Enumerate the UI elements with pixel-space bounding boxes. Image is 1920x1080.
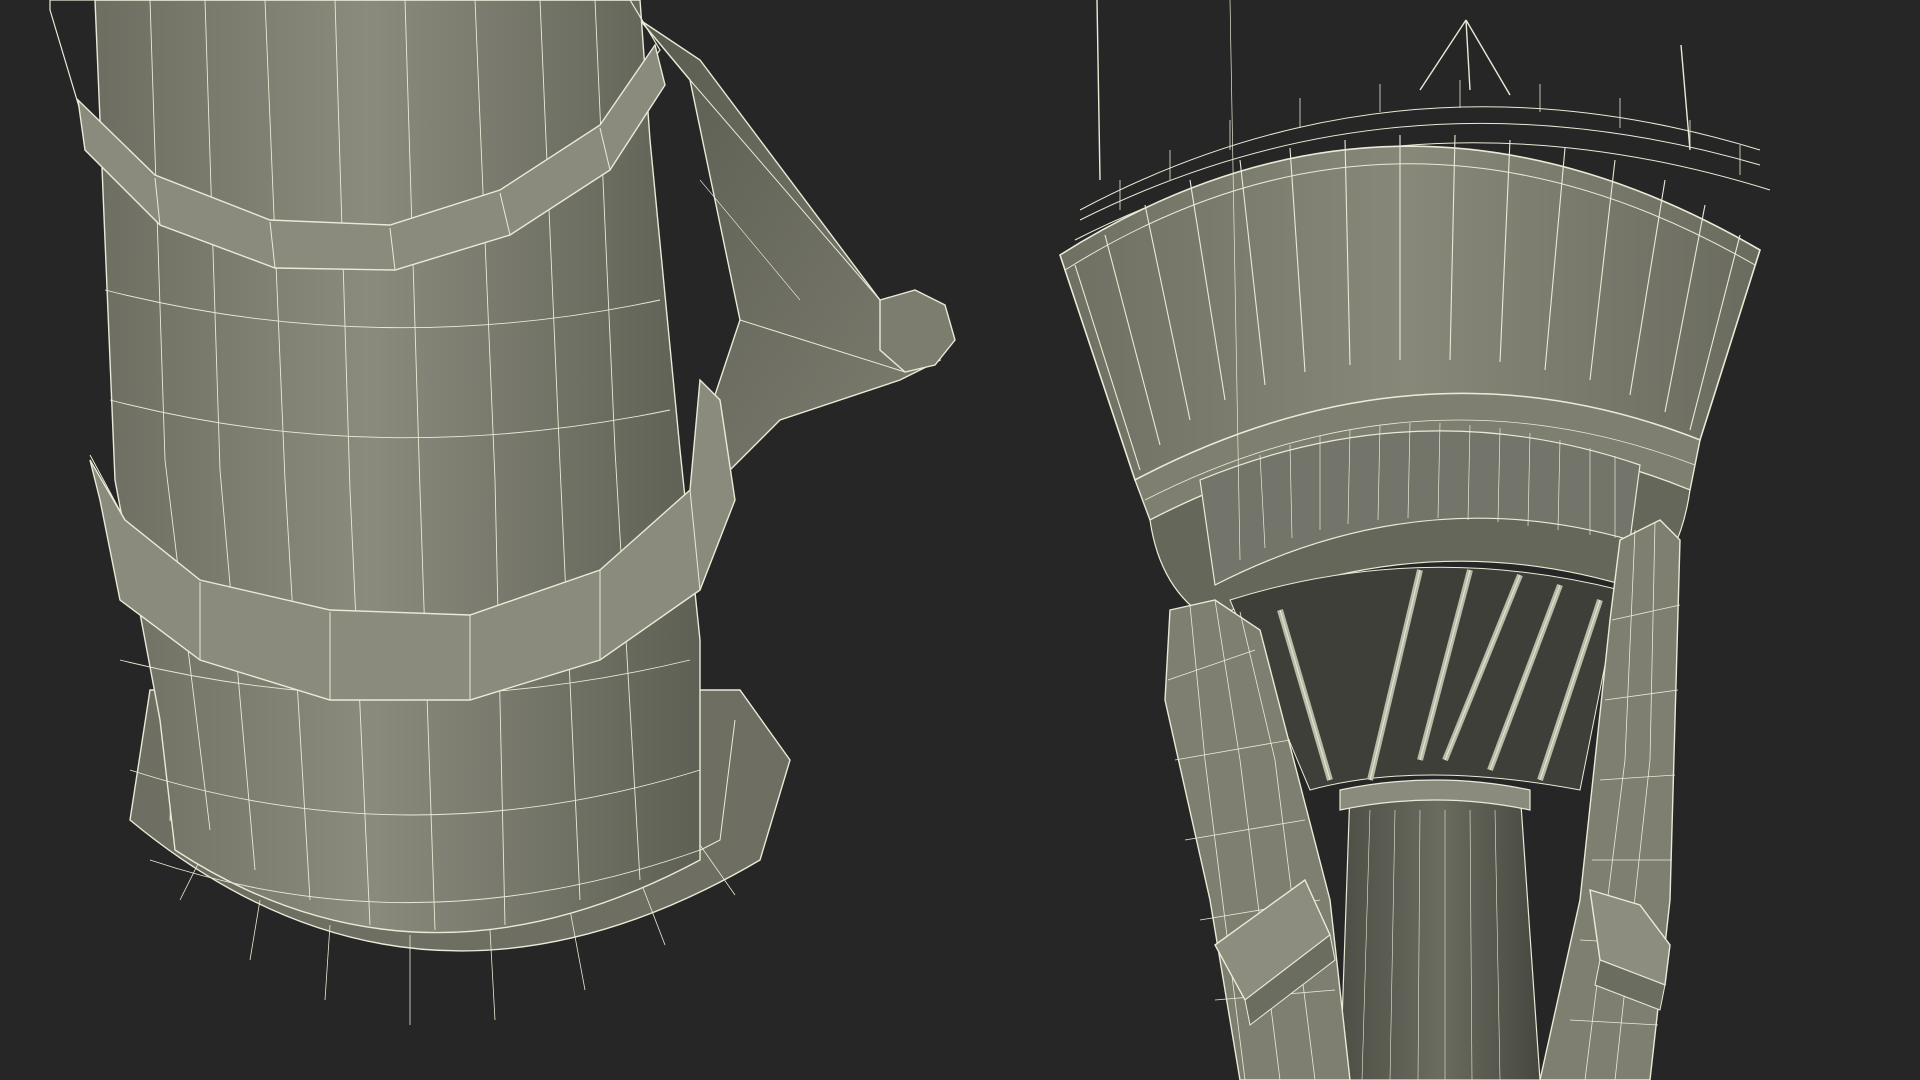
tower-base-view xyxy=(0,0,1000,1080)
tower-cab-wireframe xyxy=(1059,0,1771,1080)
render-canvas xyxy=(0,0,1920,1080)
tower-cab-view xyxy=(1000,0,1920,1080)
buttress-fin xyxy=(639,19,956,471)
tower-core-shaft xyxy=(1339,779,1541,1080)
tower-base-wireframe xyxy=(49,0,956,1025)
